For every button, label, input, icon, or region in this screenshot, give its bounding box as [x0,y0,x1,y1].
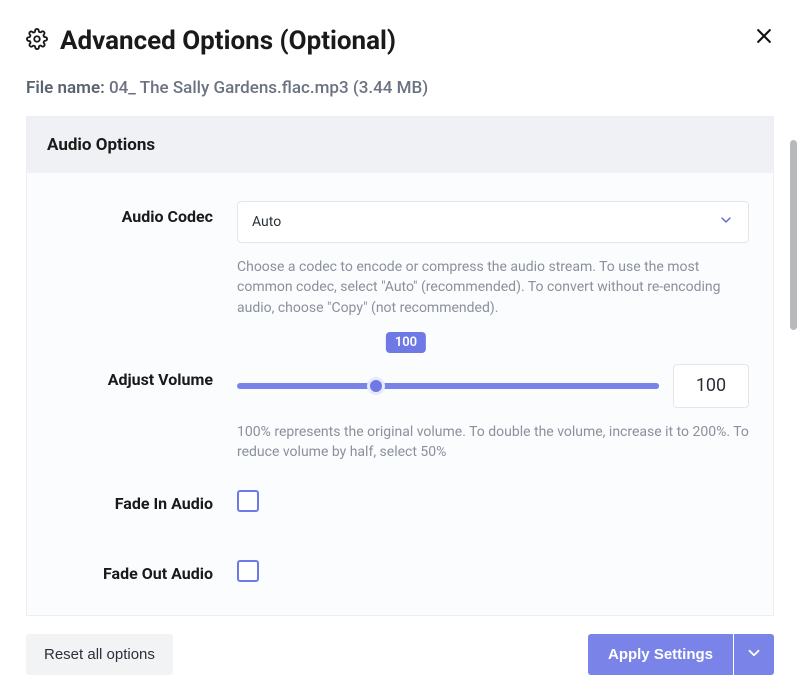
chevron-down-icon [718,212,734,232]
page-scrollbar[interactable] [790,140,797,330]
audio-codec-label: Audio Codec [51,201,237,226]
adjust-volume-label: Adjust Volume [51,336,237,389]
reset-all-options-button[interactable]: Reset all options [26,634,173,675]
audio-codec-help: Choose a codec to encode or compress the… [237,257,749,318]
volume-slider[interactable] [237,383,659,389]
fade-out-label: Fade Out Audio [51,558,237,583]
close-icon[interactable] [754,26,774,50]
file-name-label: File name: [26,78,105,98]
file-name-line: File name: 04_ The Sally Gardens.flac.mp… [26,78,774,98]
fade-in-checkbox[interactable] [237,490,259,512]
panel-heading: Audio Options [27,117,773,173]
audio-codec-value: Auto [252,214,281,230]
audio-options-panel: Audio Options Audio Codec Auto Choose a … [26,116,774,616]
apply-settings-button[interactable]: Apply Settings [588,634,733,675]
adjust-volume-help: 100% represents the original volume. To … [237,422,749,463]
apply-settings-dropdown[interactable] [734,634,774,675]
gear-icon [26,28,48,54]
file-size-value: (3.44 MB) [353,78,428,98]
volume-slider-thumb[interactable] [367,377,385,395]
file-name-value: 04_ The Sally Gardens.flac.mp3 [109,78,349,98]
page-title: Advanced Options (Optional) [60,26,396,56]
chevron-down-icon [745,644,763,665]
volume-input[interactable]: 100 [673,364,749,408]
volume-slider-badge: 100 [386,332,426,353]
fade-in-label: Fade In Audio [51,488,237,513]
audio-codec-select[interactable]: Auto [237,201,749,243]
fade-out-checkbox[interactable] [237,560,259,582]
